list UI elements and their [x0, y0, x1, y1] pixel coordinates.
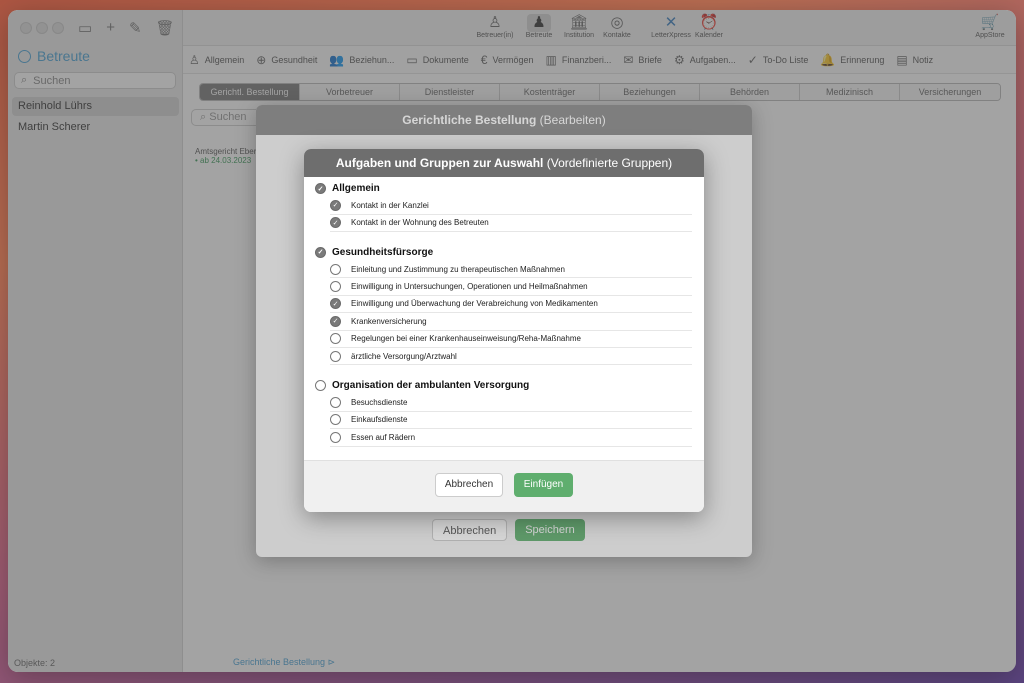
dialog-list[interactable]: ✓ Allgemein ✓ Kontakt in der Kanzlei ✓ Kontak… — [304, 177, 704, 460]
item-label: Besuchsdienste — [351, 397, 408, 407]
list-item[interactable]: Einkaufsdienste — [330, 412, 692, 430]
checked-circle-icon[interactable]: ✓ — [330, 199, 341, 211]
group-label: Allgemein — [332, 183, 380, 194]
unchecked-circle-icon[interactable] — [330, 263, 341, 275]
list-item[interactable]: ✓ Kontakt in der Wohnung des Betreuten — [330, 214, 692, 232]
dialog-title: Aufgaben und Gruppen zur Auswahl (Vordef… — [304, 149, 704, 177]
list-item[interactable]: Einleitung und Zustimmung zu therapeutis… — [330, 261, 692, 279]
unchecked-circle-icon[interactable] — [330, 333, 341, 345]
item-label: Einkaufsdienste — [351, 415, 408, 425]
checked-circle-icon[interactable]: ✓ — [330, 217, 341, 229]
group-row[interactable]: ✓ Allgemein — [315, 183, 380, 194]
unchecked-circle-icon[interactable] — [330, 350, 341, 362]
unchecked-circle-icon[interactable] — [330, 414, 341, 426]
cancel-button[interactable]: Abbrechen — [435, 473, 503, 497]
list-item[interactable]: ✓ Kontakt in der Kanzlei — [330, 197, 692, 215]
group-label: Organisation der ambulanten Versorgung — [332, 380, 530, 392]
group-row[interactable]: ✓ Gesundheitsfürsorge — [315, 246, 434, 258]
checked-circle-icon[interactable]: ✓ — [330, 315, 341, 327]
list-item[interactable]: Einwilligung in Untersuchungen, Operatio… — [330, 278, 692, 296]
checked-circle-icon[interactable]: ✓ — [315, 183, 326, 194]
checked-circle-icon[interactable]: ✓ — [330, 298, 341, 310]
unchecked-circle-icon[interactable] — [330, 431, 341, 443]
item-label: Kontakt in der Wohnung des Betreuten — [351, 218, 489, 228]
item-label: Essen auf Rädern — [351, 432, 416, 442]
insert-button[interactable]: Einfügen — [514, 473, 573, 497]
list-item[interactable]: Essen auf Rädern — [330, 429, 692, 447]
list-item[interactable]: ✓ Krankenversicherung — [330, 313, 692, 331]
list-item[interactable]: Besuchsdienste — [330, 394, 692, 412]
item-label: ärztliche Versorgung/Arztwahl — [351, 351, 457, 361]
item-label: Kontakt in der Kanzlei — [351, 200, 429, 210]
group-label: Gesundheitsfürsorge — [332, 246, 434, 258]
item-label: Regelungen bei einer Krankenhauseinweisu… — [351, 334, 581, 344]
dialog-subtitle: (Vordefinierte Gruppen) — [546, 156, 673, 170]
item-label: Einleitung und Zustimmung zu therapeutis… — [351, 264, 565, 274]
unchecked-circle-icon[interactable] — [330, 396, 341, 408]
task-selection-dialog: Aufgaben und Gruppen zur Auswahl (Vordef… — [304, 149, 704, 512]
item-label: Einwilligung und Überwachung der Verabre… — [351, 299, 598, 309]
list-item[interactable]: Regelungen bei einer Krankenhauseinweisu… — [330, 330, 692, 348]
item-label: Einwilligung in Untersuchungen, Operatio… — [351, 281, 588, 291]
list-item[interactable]: ärztliche Versorgung/Arztwahl — [330, 348, 692, 366]
group-row[interactable]: Organisation der ambulanten Versorgung — [315, 380, 530, 392]
list-item[interactable]: ✓ Einwilligung und Überwachung der Verabr… — [330, 296, 692, 314]
checked-circle-icon[interactable]: ✓ — [315, 246, 326, 258]
unchecked-circle-icon[interactable] — [330, 280, 341, 292]
dialog-title-text: Aufgaben und Gruppen zur Auswahl — [335, 156, 544, 170]
dialog-footer: Abbrechen Einfügen — [304, 460, 704, 512]
item-label: Krankenversicherung — [351, 316, 427, 326]
unchecked-circle-icon[interactable] — [315, 380, 326, 392]
